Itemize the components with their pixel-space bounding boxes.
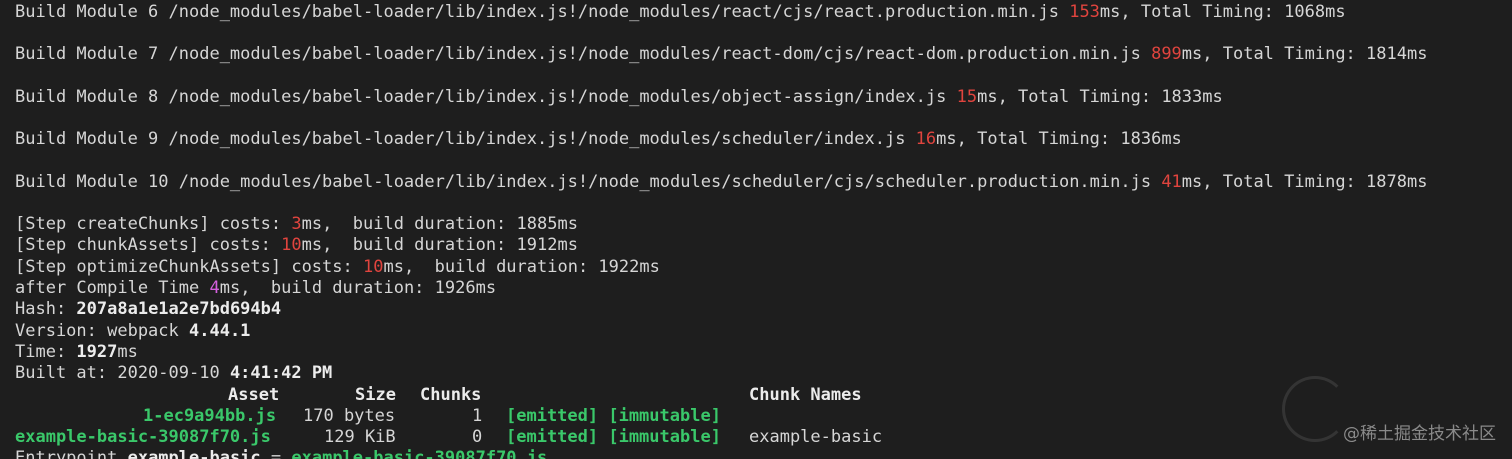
chunk-names-column-header: Chunk Names [749, 385, 862, 405]
asset-name: 1-ec9a94bb.js [143, 406, 277, 426]
time-line: Time: 1927ms [15, 342, 138, 362]
asset-chunk-names: example-basic [749, 427, 883, 447]
version-line: Version: webpack 4.44.1 [15, 321, 251, 341]
after-compile-line: after Compile Time 4ms, build duration: … [15, 278, 497, 298]
watermark-logo-icon [1282, 376, 1348, 442]
watermark-text: @稀土掘金技术社区 [1343, 423, 1496, 444]
build-module-line: Build Module 6 /node_modules/babel-loade… [15, 2, 1346, 22]
built-at-line: Built at: 2020-09-10 4:41:42 PM [15, 363, 333, 383]
asset-name: example-basic-39087f70.js [15, 427, 271, 447]
chunks-column-header: Chunks [420, 385, 482, 405]
step-line: [Step createChunks] costs: 3ms, build du… [15, 214, 578, 234]
asset-size: 129 KiB [324, 427, 396, 447]
size-column-header: Size [355, 385, 396, 405]
entrypoint-line: Entrypoint example-basic = example-basic… [15, 448, 548, 459]
step-line: [Step chunkAssets] costs: 10ms, build du… [15, 235, 578, 255]
asset-column-header: Asset [228, 385, 280, 405]
build-module-line: Build Module 7 /node_modules/babel-loade… [15, 44, 1428, 64]
asset-chunks: 0 [472, 427, 483, 447]
build-module-line: Build Module 8 /node_modules/babel-loade… [15, 87, 1223, 107]
terminal-window: Build Module 6 /node_modules/babel-loade… [0, 0, 1512, 459]
asset-chunks: 1 [472, 406, 483, 426]
build-module-line: Build Module 10 /node_modules/babel-load… [15, 172, 1428, 192]
build-module-line: Build Module 9 /node_modules/babel-loade… [15, 129, 1182, 149]
asset-size: 170 bytes [303, 406, 396, 426]
asset-flags: [emitted] [immutable] [506, 427, 721, 447]
hash-line: Hash: 207a8a1e1a2e7bd694b4 [15, 299, 282, 319]
asset-flags: [emitted] [immutable] [506, 406, 721, 426]
step-line: [Step optimizeChunkAssets] costs: 10ms, … [15, 257, 660, 277]
